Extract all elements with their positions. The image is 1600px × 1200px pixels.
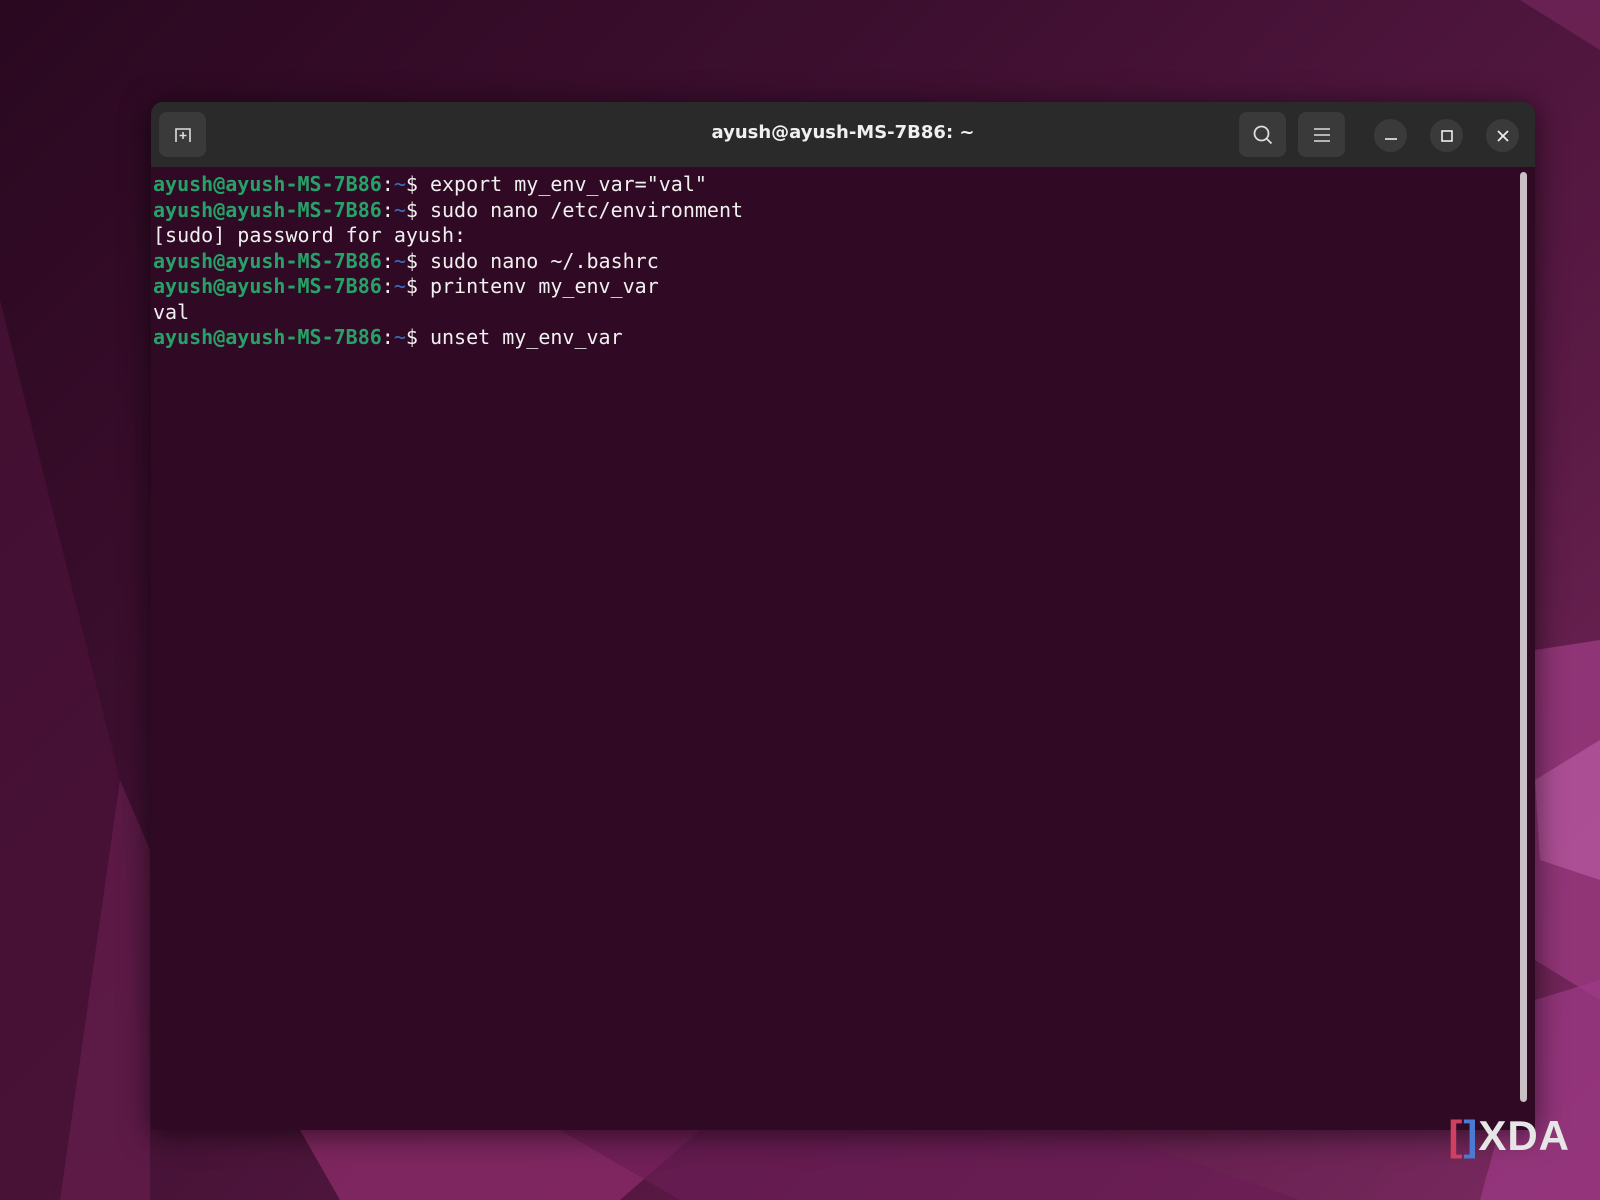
output-line: [sudo] password for ayush: bbox=[153, 223, 743, 249]
prompt-separator: : bbox=[381, 197, 394, 222]
minimize-button[interactable] bbox=[1374, 119, 1407, 152]
prompt-symbol: $ bbox=[405, 274, 430, 298]
prompt-line: ayush@ayush-MS-7B86:~$ sudo nano ~/.bash… bbox=[153, 249, 743, 275]
scrollbar[interactable] bbox=[1520, 172, 1527, 1102]
xda-watermark: []XDA bbox=[1448, 1112, 1570, 1159]
prompt-user: ayush@ayush-MS-7B86 bbox=[153, 197, 382, 222]
prompt-user: ayush@ayush-MS-7B86 bbox=[153, 325, 382, 349]
prompt-line: ayush@ayush-MS-7B86:~$ export my_env_var… bbox=[153, 172, 743, 198]
menu-button[interactable] bbox=[1298, 112, 1345, 157]
prompt-symbol: $ bbox=[405, 172, 430, 196]
terminal-output[interactable]: ayush@ayush-MS-7B86:~$ export my_env_var… bbox=[153, 172, 743, 351]
search-button[interactable] bbox=[1239, 112, 1286, 157]
close-icon bbox=[1496, 129, 1509, 142]
prompt-separator: : bbox=[381, 172, 394, 196]
prompt-path: ~ bbox=[393, 325, 406, 349]
output-line: val bbox=[153, 300, 743, 326]
prompt-path: ~ bbox=[393, 172, 406, 196]
prompt-symbol: $ bbox=[405, 325, 430, 349]
prompt-symbol: $ bbox=[405, 197, 430, 222]
command-text: unset my_env_var bbox=[429, 325, 623, 349]
title-bar[interactable]: ayush@ayush-MS-7B86: ~ bbox=[151, 102, 1535, 167]
watermark-text: XDA bbox=[1478, 1112, 1570, 1159]
command-text: sudo nano /etc/environment bbox=[429, 197, 744, 222]
prompt-separator: : bbox=[381, 325, 394, 349]
prompt-separator: : bbox=[381, 248, 394, 273]
command-text: sudo nano ~/.bashrc bbox=[429, 248, 659, 273]
output-text: val bbox=[153, 299, 190, 324]
hamburger-icon bbox=[1313, 127, 1330, 142]
prompt-path: ~ bbox=[393, 197, 406, 222]
maximize-icon bbox=[1440, 129, 1453, 142]
minimize-icon bbox=[1384, 137, 1397, 140]
prompt-line: ayush@ayush-MS-7B86:~$ printenv my_env_v… bbox=[153, 274, 743, 300]
command-text: printenv my_env_var bbox=[429, 274, 659, 298]
prompt-path: ~ bbox=[393, 274, 406, 298]
command-text: export my_env_var="val" bbox=[429, 172, 707, 196]
output-text: [sudo] password for ayush: bbox=[153, 223, 467, 247]
prompt-line: ayush@ayush-MS-7B86:~$ unset my_env_var bbox=[153, 325, 743, 351]
prompt-user: ayush@ayush-MS-7B86 bbox=[153, 274, 382, 298]
search-icon bbox=[1253, 125, 1272, 144]
prompt-user: ayush@ayush-MS-7B86 bbox=[153, 248, 382, 273]
prompt-line: ayush@ayush-MS-7B86:~$ sudo nano /etc/en… bbox=[153, 198, 743, 224]
prompt-path: ~ bbox=[393, 248, 406, 273]
prompt-user: ayush@ayush-MS-7B86 bbox=[153, 172, 382, 196]
maximize-button[interactable] bbox=[1430, 119, 1463, 152]
prompt-separator: : bbox=[381, 274, 394, 298]
prompt-symbol: $ bbox=[405, 248, 430, 273]
close-button[interactable] bbox=[1486, 119, 1519, 152]
terminal-window: ayush@ayush-MS-7B86: ~ ayush@ayush-MS-7B… bbox=[151, 102, 1535, 1130]
